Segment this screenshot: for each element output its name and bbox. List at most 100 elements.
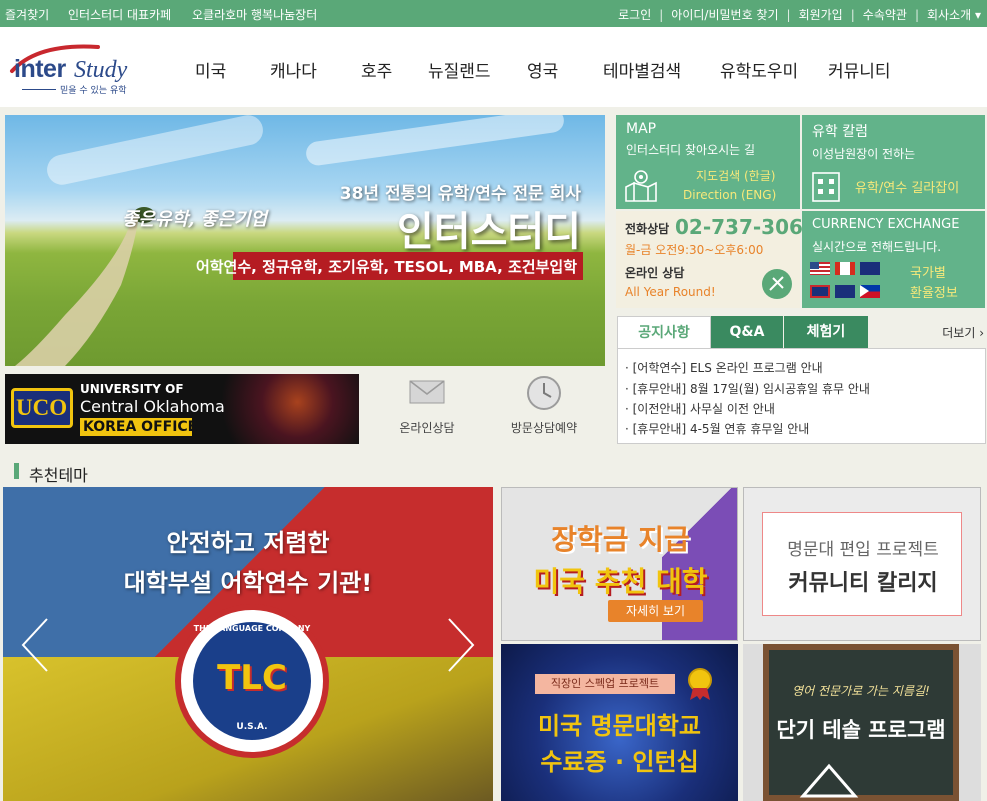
top-utility-bar: 즐겨찾기 인터스터디 대표카페 오클라호마 행복나눔장터 로그인 | 아이디/비밀…	[0, 0, 987, 27]
column-link[interactable]: 유학/연수 길라잡이	[855, 177, 959, 196]
fireworks-image	[205, 374, 359, 444]
hero-script: 좋은유학, 좋은기업	[121, 209, 267, 230]
logo-study: Study	[74, 57, 128, 83]
notice-item[interactable]: · [휴무안내] 4-5월 연휴 휴무일 안내	[625, 420, 809, 437]
logo-inter: inter	[14, 55, 66, 83]
nav-theme-search[interactable]: 테마별검색	[603, 57, 681, 82]
online-consult-label: 온라인상담	[399, 421, 455, 435]
phone-label: 전화상담	[625, 222, 670, 236]
notice-item[interactable]: · [이전안내] 사무실 이전 안내	[625, 400, 775, 417]
chalkboard: 영어 전문가로 가는 지름길! 단기 테솔 프로그램	[763, 644, 959, 801]
section-marker	[14, 463, 19, 479]
section-title: 추천테마	[29, 466, 88, 485]
cafe-link[interactable]: 인터스터디 대표카페	[68, 6, 171, 23]
hero-company-name: 인터스터디	[397, 209, 581, 255]
logo-tagline: 믿을 수 있는 유학	[60, 86, 127, 96]
promo1-line1: 장학금 지급	[551, 523, 690, 556]
uco-line2: Central Oklahoma	[80, 397, 225, 416]
promo4-line2: 단기 테솔 프로그램	[776, 718, 946, 742]
promo2-card: 명문대 편입 프로젝트 커뮤니티 칼리지	[762, 512, 962, 616]
nav-uk[interactable]: 영국	[527, 57, 558, 82]
online-label: 온라인 상담	[625, 266, 685, 280]
carousel-line1: 안전하고 저렴한	[166, 529, 330, 557]
uco-line3: KOREA OFFICE	[83, 419, 198, 435]
online-hours: All Year Round!	[625, 285, 716, 299]
terms-link[interactable]: 수속약관	[863, 6, 907, 23]
triangle-ruler-icon	[799, 763, 859, 798]
map-korean-link[interactable]: 지도검색 (한글)	[696, 167, 775, 184]
uk-flag-icon	[810, 285, 830, 298]
column-subtitle: 이성남원장이 전하는	[812, 147, 916, 161]
hero-programs: 어학연수, 정규유학, 조기유학, TESOL, MBA, 조건부입학	[195, 258, 577, 276]
promo-community-college[interactable]: 명문대 편입 프로젝트 커뮤니티 칼리지	[743, 487, 981, 641]
tab-reviews[interactable]: 체험기	[784, 316, 868, 348]
uco-logo-text: UCO	[16, 395, 68, 420]
theme-carousel[interactable]: 안전하고 저렴한 대학부설 어학연수 기관! THE LANGUAGE COMP…	[3, 487, 493, 801]
notice-tabs-panel: 공지사항 Q&A 체험기 더보기 › · [어학연수] ELS 온라인 프로그램…	[617, 316, 986, 446]
uco-logo-icon: UCO	[11, 388, 73, 428]
promo4-line1: 영어 전문가로 가는 지름길!	[792, 684, 930, 698]
notice-item[interactable]: · [어학연수] ELS 온라인 프로그램 안내	[625, 359, 823, 376]
about-link[interactable]: 회사소개 ▾	[927, 6, 981, 23]
bookmark-link[interactable]: 즐겨찾기	[5, 6, 49, 23]
signup-link[interactable]: 회원가입	[799, 6, 843, 23]
uco-line1: UNIVERSITY OF	[80, 382, 184, 396]
uco-banner[interactable]: UCO UNIVERSITY OF Central Oklahoma KOREA…	[5, 374, 359, 444]
flags-group	[810, 262, 884, 302]
building-icon	[812, 172, 840, 202]
currency-tile[interactable]: CURRENCY EXCHANGE 실시간으로 전해드립니다. 국가별 환율정보	[802, 211, 985, 308]
promo-tesol[interactable]: 영어 전문가로 가는 지름길! 단기 테솔 프로그램	[743, 644, 981, 801]
find-id-link[interactable]: 아이디/비밀번호 찾기	[671, 6, 778, 23]
map-subtitle: 인터스터디 찾아오시는 길	[626, 143, 756, 157]
market-link[interactable]: 오클라호마 행복나눔장터	[192, 6, 317, 23]
nav-community[interactable]: 커뮤니티	[828, 57, 891, 82]
site-logo[interactable]: inter Study 믿을 수 있는 유학	[8, 37, 153, 97]
nz-flag-icon	[835, 285, 855, 298]
carousel-next-icon[interactable]	[445, 615, 477, 675]
map-tile[interactable]: MAP 인터스터디 찾아오시는 길 지도검색 (한글) Direction (E…	[616, 115, 800, 209]
tlc-badge-bottom: U.S.A.	[236, 722, 268, 732]
medal-icon	[688, 668, 712, 700]
envelope-icon	[409, 380, 445, 404]
hero-banner[interactable]: 38년 전통의 유학/연수 전문 회사 좋은유학, 좋은기업 인터스터디 어학연…	[5, 115, 605, 366]
clock-icon	[527, 376, 561, 410]
map-title: MAP	[626, 121, 657, 137]
carousel-line2: 대학부설 어학연수 기관!	[123, 569, 373, 597]
column-tile[interactable]: 유학 칼럼 이성남원장이 전하는 유학/연수 길라잡이	[802, 115, 985, 209]
promo3-line1: 미국 명문대학교	[538, 712, 701, 740]
login-link[interactable]: 로그인	[618, 6, 651, 23]
tlc-letters: TLC	[217, 658, 287, 698]
nav-study-helper[interactable]: 유학도우미	[720, 57, 798, 82]
promo-scholarship[interactable]: 장학금 지급 미국 추천 대학 자세히 보기	[501, 487, 738, 641]
promo2-line1: 명문대 편입 프로젝트	[787, 540, 939, 560]
tlc-badge-top: THE LANGUAGE COMPANY	[193, 624, 311, 633]
header: inter Study 믿을 수 있는 유학 미국 캐나다 호주 뉴질랜드 영국…	[0, 27, 987, 107]
online-consult-button[interactable]: 온라인상담	[382, 375, 472, 436]
tab-qna[interactable]: Q&A	[711, 316, 783, 348]
nav-australia[interactable]: 호주	[361, 57, 392, 82]
phone-number[interactable]: 02-737-3066	[675, 215, 817, 239]
nav-usa[interactable]: 미국	[195, 57, 226, 82]
notice-list: · [어학연수] ELS 온라인 프로그램 안내 · [휴무안내] 8월 17일…	[617, 348, 986, 444]
currency-link-2[interactable]: 환율정보	[910, 282, 958, 301]
currency-link-1[interactable]: 국가별	[910, 262, 946, 281]
logo-rule	[22, 89, 56, 90]
more-link[interactable]: 더보기 ›	[942, 324, 984, 341]
currency-title: CURRENCY EXCHANGE	[812, 217, 960, 232]
us-flag-icon	[810, 262, 830, 275]
carousel-prev-icon[interactable]	[19, 615, 51, 675]
visit-reservation-button[interactable]: 방문상담예약	[499, 375, 589, 436]
promo-certificate-internship[interactable]: 직장인 스펙업 프로젝트 미국 명문대학교 수료증 · 인턴십	[501, 644, 738, 801]
tlc-badge: THE LANGUAGE COMPANY TLC U.S.A.	[175, 604, 329, 758]
promo3-line2: 수료증 · 인턴십	[540, 748, 699, 776]
nav-canada[interactable]: 캐나다	[270, 57, 317, 82]
map-english-link[interactable]: Direction (ENG)	[683, 188, 776, 202]
promo1-detail-button[interactable]: 자세히 보기	[608, 600, 703, 622]
nav-newzealand[interactable]: 뉴질랜드	[428, 57, 491, 82]
currency-subtitle: 실시간으로 전해드립니다.	[812, 240, 942, 254]
notice-item[interactable]: · [휴무안내] 8월 17일(월) 임시공휴일 휴무 안내	[625, 380, 870, 397]
chat-icon[interactable]	[761, 268, 793, 300]
tab-notice[interactable]: 공지사항	[617, 316, 711, 348]
visit-reservation-label: 방문상담예약	[510, 421, 578, 435]
philippines-flag-icon	[860, 285, 880, 298]
